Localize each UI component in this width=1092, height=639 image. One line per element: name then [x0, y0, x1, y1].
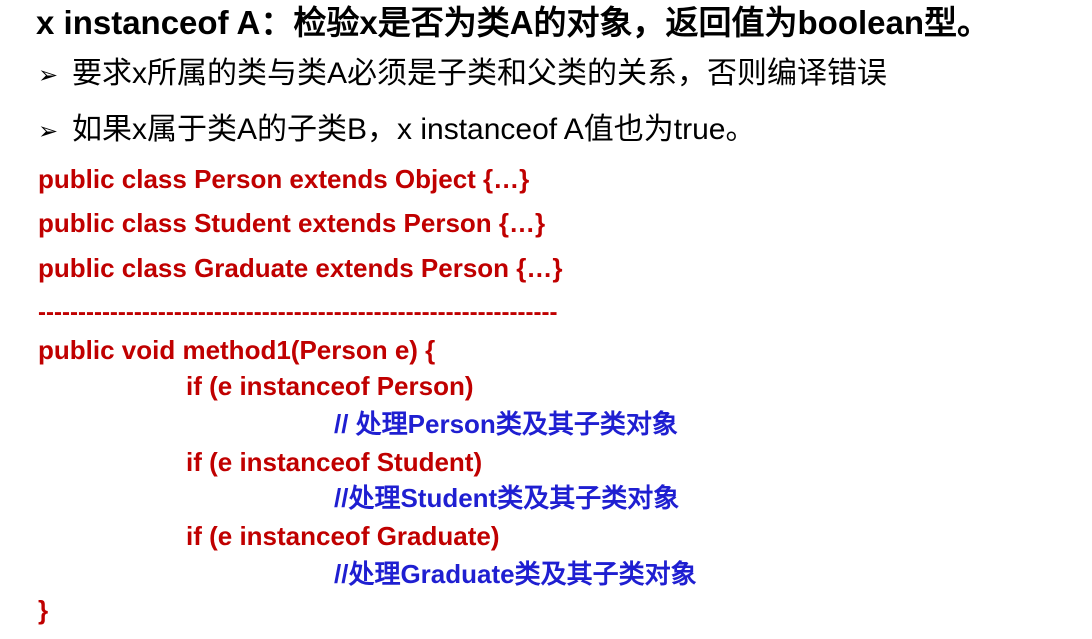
- code-line-close-brace: }: [38, 595, 49, 625]
- slide-title: x instanceof A：检验x是否为类A的对象，返回值为boolean型。: [36, 2, 990, 44]
- title-code: x instanceof A: [36, 4, 261, 41]
- code-comment-person: // 处理Person类及其子类对象: [334, 409, 678, 439]
- code-separator: ----------------------------------------…: [38, 299, 558, 326]
- code-comment-graduate: //处理Graduate类及其子类对象: [334, 559, 697, 589]
- arrow-bullet-icon: ➢: [38, 62, 59, 89]
- code-line-class-graduate: public class Graduate extends Person {…}: [38, 253, 563, 283]
- code-line-if-student: if (e instanceof Student): [186, 447, 483, 477]
- arrow-bullet-icon: ➢: [38, 118, 59, 145]
- code-comment-student: //处理Student类及其子类对象: [334, 483, 680, 513]
- bullet-text: 如果x属于类A的子类B，x instanceof A值也为true。: [72, 113, 756, 146]
- title-text: ：检验x是否为类A的对象，返回值为boolean型。: [260, 4, 991, 41]
- code-line-class-student: public class Student extends Person {…}: [38, 208, 546, 238]
- code-line-if-graduate: if (e instanceof Graduate): [186, 521, 500, 551]
- bullet-text: 要求x所属的类与类A必须是子类和父类的关系，否则编译错误: [72, 57, 888, 90]
- code-line-if-person: if (e instanceof Person): [186, 371, 474, 401]
- bullet-item: ➢ 要求x所属的类与类A必须是子类和父类的关系，否则编译错误: [38, 54, 887, 96]
- bullet-item: ➢ 如果x属于类A的子类B，x instanceof A值也为true。: [38, 110, 756, 152]
- code-line-method-signature: public void method1(Person e) {: [38, 335, 436, 365]
- code-line-class-person: public class Person extends Object {…}: [38, 164, 530, 194]
